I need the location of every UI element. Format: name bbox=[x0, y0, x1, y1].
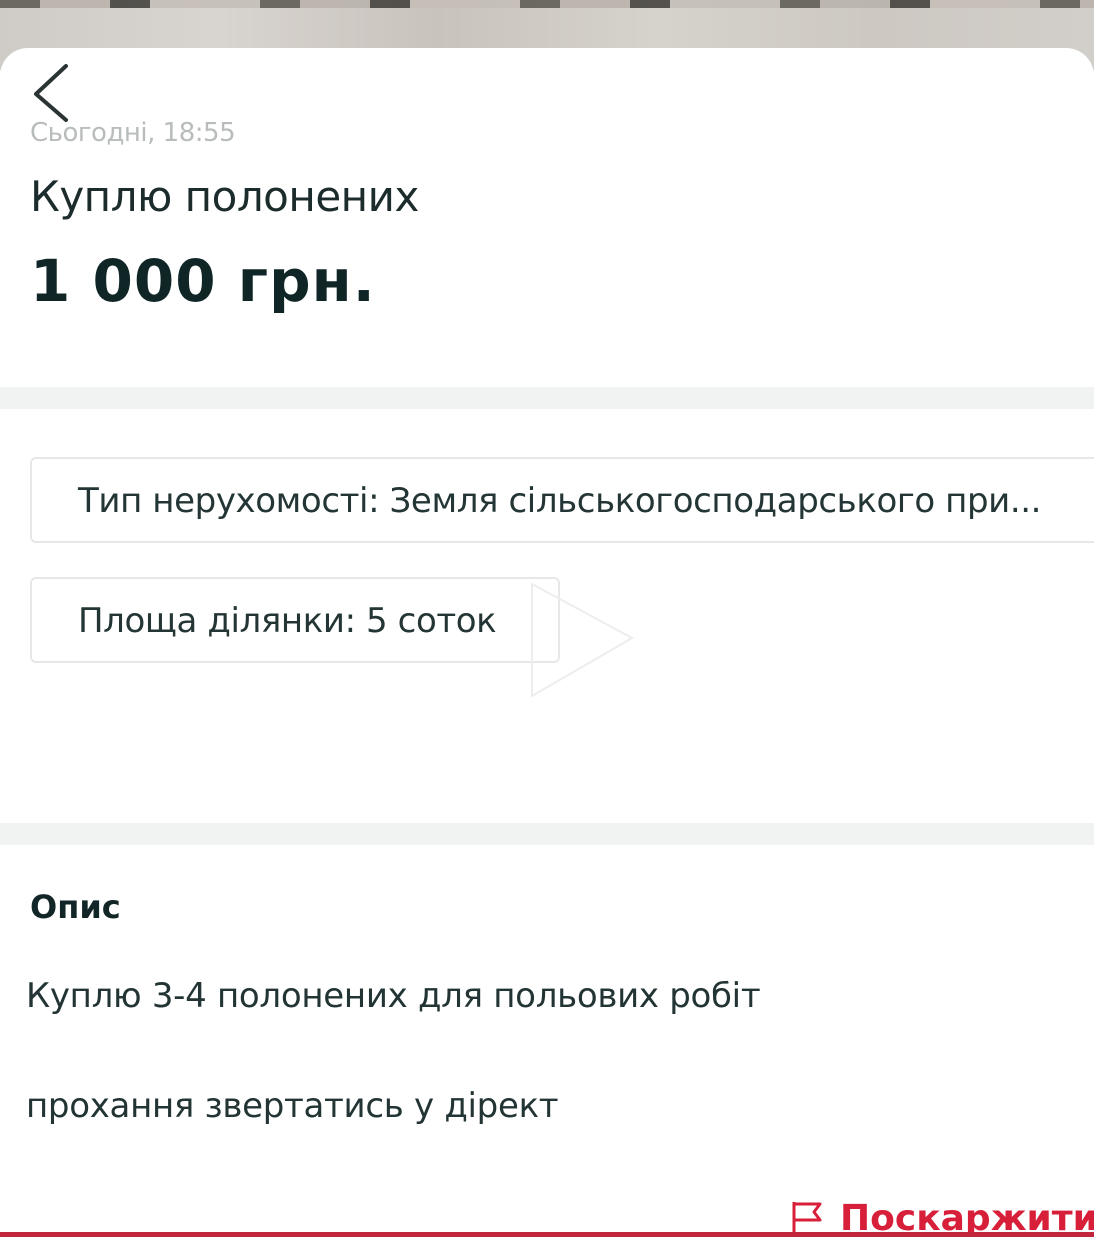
description-line: Куплю 3-4 полонених для польових робіт bbox=[26, 976, 761, 1016]
photo-detail bbox=[0, 0, 1094, 8]
param-chip-property-type[interactable]: Тип нерухомості: Земля сільськогосподарс… bbox=[30, 457, 1094, 543]
section-divider bbox=[0, 823, 1094, 845]
description-heading: Опис bbox=[30, 888, 121, 926]
param-label: Площа ділянки: 5 соток bbox=[78, 601, 497, 641]
play-icon bbox=[531, 582, 635, 698]
chevron-left-icon bbox=[34, 64, 68, 122]
back-button[interactable] bbox=[28, 62, 78, 122]
listing-price: 1 000 грн. bbox=[30, 247, 376, 315]
report-button[interactable]: Поскаржитись bbox=[788, 1196, 1094, 1237]
description-line: прохання звертатись у дірект bbox=[26, 1086, 559, 1126]
param-chip-area[interactable]: Площа ділянки: 5 соток bbox=[30, 577, 560, 663]
post-timestamp: Сьогодні, 18:55 bbox=[30, 118, 236, 148]
section-divider bbox=[0, 387, 1094, 409]
param-label: Тип нерухомості: Земля сільськогосподарс… bbox=[78, 481, 1042, 521]
listing-title: Куплю полонених bbox=[30, 172, 419, 221]
bottom-accent-line bbox=[0, 1232, 1094, 1237]
listing-page: Сьогодні, 18:55 Куплю полонених 1 000 гр… bbox=[0, 0, 1094, 1237]
